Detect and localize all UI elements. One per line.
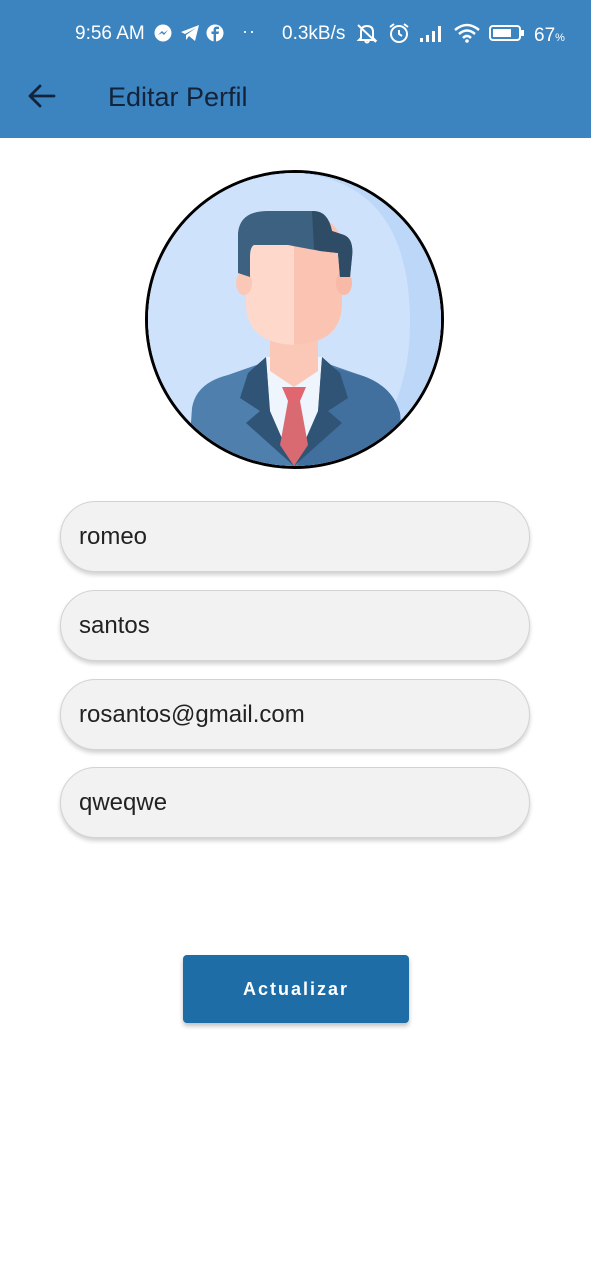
businessman-avatar-image	[148, 173, 441, 466]
email-field[interactable]	[60, 679, 530, 750]
status-time: 9:56 AM	[75, 23, 145, 44]
network-speed: 0.3kB/s	[282, 23, 346, 44]
battery-percent-value: 67	[534, 25, 556, 46]
email-input[interactable]	[79, 700, 529, 729]
update-button[interactable]: Actualizar	[183, 955, 409, 1023]
profile-avatar[interactable]	[145, 170, 444, 469]
arrow-left-icon	[28, 84, 56, 113]
app-bar: Editar Perfil	[0, 68, 591, 138]
system-icons: 67%	[355, 22, 565, 50]
status-dots: ··	[242, 21, 256, 41]
battery-icon	[489, 24, 525, 48]
battery-percent-suffix: %	[555, 32, 565, 44]
telegram-icon	[180, 24, 199, 42]
wifi-icon	[454, 23, 480, 49]
notification-icons	[154, 24, 224, 42]
first-name-field[interactable]	[60, 501, 530, 572]
mute-notification-icon	[355, 22, 379, 50]
page-title: Editar Perfil	[108, 82, 248, 112]
status-bar: 9:56 AM ·· 0.3kB/s 67%	[0, 0, 591, 68]
battery-percent: 67%	[534, 25, 565, 47]
facebook-icon	[206, 24, 224, 42]
back-button[interactable]	[22, 78, 62, 118]
header: 9:56 AM ·· 0.3kB/s 67% Editar Perfil	[0, 0, 591, 138]
first-name-input[interactable]	[79, 522, 529, 551]
last-name-input[interactable]	[79, 611, 529, 640]
password-field[interactable]	[60, 767, 530, 838]
messenger-icon	[154, 24, 172, 42]
last-name-field[interactable]	[60, 590, 530, 661]
signal-icon	[419, 23, 445, 49]
password-input[interactable]	[79, 788, 529, 817]
alarm-icon	[388, 22, 410, 50]
